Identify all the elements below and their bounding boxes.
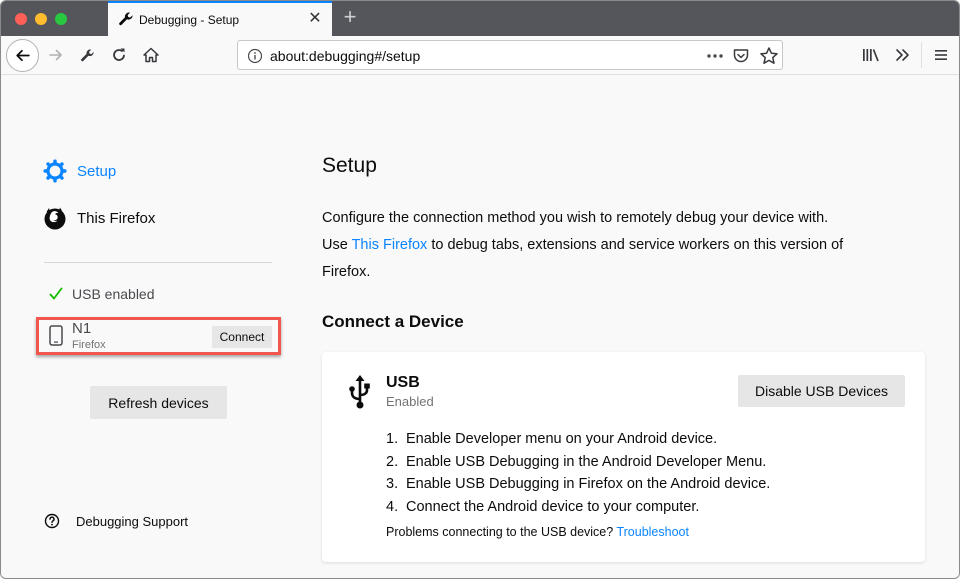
step-text: Enable Developer menu on your Android de… [406,431,718,447]
url-text[interactable]: about:debugging#/setup [270,48,420,64]
intro-line-2: Use This Firefox to debug tabs, extensio… [322,232,882,286]
step-number: 3. [386,476,399,492]
page-actions-icon[interactable] [706,48,724,64]
usb-steps-list: 1. Enable Developer menu on your Android … [386,428,770,518]
refresh-devices-button[interactable]: Refresh devices [90,386,227,419]
developer-tools-button[interactable] [72,40,102,70]
firefox-icon [44,207,66,230]
list-item: 3. Enable USB Debugging in Firefox on the… [386,473,770,496]
mobile-device-icon [49,325,63,346]
wrench-icon [118,11,134,27]
overflow-menu-button[interactable] [887,40,917,70]
help-icon [44,513,60,529]
step-text: Enable USB Debugging in Firefox on the A… [406,476,771,492]
device-item[interactable]: N1 Firefox Connect [39,320,278,352]
pocket-icon[interactable] [732,47,750,65]
url-bar[interactable]: about:debugging#/setup [237,40,783,70]
wrench-icon [80,48,94,61]
intro-text: Configure the connection method you wish… [322,205,882,286]
usb-status-label: USB enabled [72,286,155,302]
toolbar-separator [921,42,922,68]
close-tab-icon[interactable]: ✕ [306,10,324,28]
disable-usb-devices-button[interactable]: Disable USB Devices [738,375,905,407]
step-text: Connect the Android device to your compu… [406,498,700,515]
forward-button[interactable] [41,40,71,70]
info-icon[interactable] [247,48,263,64]
usb-card-status: Enabled [386,394,434,409]
sidebar-item-setup[interactable]: Setup [43,159,116,183]
minimize-window-button[interactable] [35,13,47,25]
usb-icon [349,375,370,409]
home-button[interactable] [136,40,166,70]
usb-card: USB Enabled Disable USB Devices 1. Enable… [322,352,925,562]
app-menu-button[interactable] [926,40,956,70]
hamburger-menu-icon [935,50,947,60]
step-text: Enable USB Debugging in the Android Deve… [406,453,767,470]
home-icon [143,47,159,63]
problems-text: Problems connecting to the USB device? T… [386,525,689,539]
step-number: 4. [386,498,399,515]
device-highlight-box: N1 Firefox Connect [36,317,281,355]
tab-title: Debugging - Setup [139,13,240,27]
library-icon [863,49,879,62]
checkmark-icon [49,287,63,300]
device-name: N1 [72,320,92,337]
bookmark-star-icon[interactable] [759,46,779,66]
gear-icon [43,159,67,183]
arrow-right-icon [49,49,62,61]
step-number: 2. [386,453,399,470]
reload-icon [113,48,125,61]
page-title: Setup [322,154,377,177]
usb-status: USB enabled [48,286,155,302]
connect-device-heading: Connect a Device [322,312,464,331]
usb-card-title: USB [386,374,420,391]
new-tab-button[interactable]: + [339,6,361,28]
reload-button[interactable] [104,40,134,70]
close-window-button[interactable] [15,13,27,25]
list-item: 4. Connect the Android device to your com… [386,496,770,519]
troubleshoot-link[interactable]: Troubleshoot [616,525,689,539]
sidebar-divider [44,262,272,263]
page-content: Setup This Firefox USB enabled N1 Firefo… [1,76,959,578]
problems-label: Problems connecting to the USB device? [386,525,617,539]
step-number: 1. [386,431,399,447]
navigation-toolbar: about:debugging#/setup [1,36,959,75]
list-item: 2. Enable USB Debugging in the Android De… [386,451,770,474]
device-runtime: Firefox [72,339,106,351]
tab-strip: Debugging - Setup ✕ + [1,1,959,36]
sidebar-item-label: This Firefox [77,209,156,227]
zoom-window-button[interactable] [55,13,67,25]
back-button[interactable] [6,39,39,72]
sidebar-item-this-firefox[interactable]: This Firefox [43,206,155,230]
intro-pre-link: Use [322,237,352,253]
tab-debugging-setup[interactable]: Debugging - Setup ✕ [108,1,332,36]
debugging-support-link[interactable]: Debugging Support [44,513,188,529]
support-label: Debugging Support [76,513,189,529]
intro-line-1: Configure the connection method you wish… [322,210,829,226]
double-chevron-right-icon [896,49,909,61]
this-firefox-link[interactable]: This Firefox [352,237,428,253]
sidebar-item-label: Setup [77,162,117,180]
library-button[interactable] [856,40,886,70]
connect-button[interactable]: Connect [212,326,272,348]
list-item: 1. Enable Developer menu on your Android … [386,428,770,451]
arrow-left-icon [16,49,30,62]
browser-window: Debugging - Setup ✕ + about:debugging#/s… [0,0,960,579]
